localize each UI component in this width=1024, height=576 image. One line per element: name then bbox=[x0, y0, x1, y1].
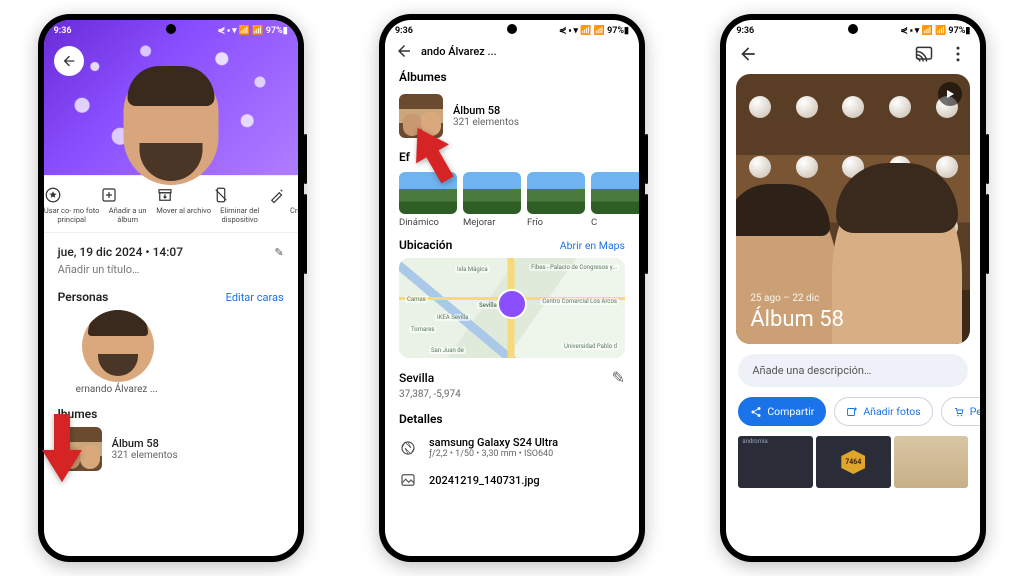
album-row[interactable]: Álbum 58 321 elementos bbox=[58, 427, 284, 471]
map-pin-icon bbox=[497, 289, 527, 319]
effect-improve[interactable]: Mejorar bbox=[463, 172, 521, 228]
album-title: Álbum 58 bbox=[750, 307, 844, 332]
person-avatar[interactable] bbox=[82, 310, 154, 382]
action-move-to-archive[interactable]: Mover al archivo bbox=[156, 186, 212, 224]
back-button[interactable] bbox=[54, 46, 84, 76]
star-circle-icon bbox=[44, 186, 62, 204]
effect-more[interactable]: C bbox=[591, 172, 639, 228]
grid-photo[interactable]: 7464 bbox=[816, 436, 891, 488]
magic-icon bbox=[268, 186, 286, 204]
albums-heading: Álbumes bbox=[385, 66, 639, 88]
photo-hero[interactable] bbox=[44, 20, 298, 175]
phone-3: 9:36 ⋞ ⬝ ▾ 📶 📶 97%▮ 25 ago – 22 dic Álbu… bbox=[720, 14, 986, 562]
phone-2: 9:36 ⋞ ⬝ ▾ 📶 📶 97%▮ ando Álvarez ... Álb… bbox=[379, 14, 645, 562]
back-button[interactable] bbox=[395, 42, 413, 60]
edit-date-icon[interactable]: ✎ bbox=[274, 246, 283, 259]
breadcrumb[interactable]: ando Álvarez ... bbox=[421, 45, 497, 58]
album-count: 321 elementos bbox=[453, 117, 519, 128]
grid-photo[interactable] bbox=[894, 436, 969, 488]
details-heading: Detalles bbox=[385, 408, 639, 430]
chip-label: Compartir bbox=[767, 405, 814, 418]
device-name: samsung Galaxy S24 Ultra bbox=[429, 436, 558, 449]
status-time: 9:36 bbox=[395, 26, 413, 36]
cast-icon[interactable] bbox=[914, 44, 934, 64]
map-label: Camas bbox=[405, 296, 428, 303]
map-thumbnail[interactable]: Isla Mágica Camas Sevilla Tomares IKEA S… bbox=[399, 258, 625, 358]
open-in-maps-link[interactable]: Abrir en Maps bbox=[560, 239, 625, 252]
edit-location-icon[interactable]: ✎ bbox=[612, 368, 625, 387]
add-photo-icon bbox=[846, 406, 858, 418]
action-label: Mover al archivo bbox=[156, 207, 212, 216]
album-date-range: 25 ago – 22 dic bbox=[750, 293, 819, 304]
cart-icon bbox=[953, 406, 965, 418]
action-label: Usar co- mo foto principal bbox=[44, 207, 100, 224]
share-button[interactable]: Compartir bbox=[738, 397, 826, 426]
album-name: Álbum 58 bbox=[112, 437, 178, 450]
plus-square-icon bbox=[100, 186, 118, 204]
people-heading: Personas bbox=[58, 290, 109, 304]
status-icons: ⋞ ⬝ ▾ 📶 📶 97%▮ bbox=[900, 26, 970, 36]
album-cover[interactable]: 25 ago – 22 dic Álbum 58 bbox=[736, 74, 970, 344]
map-label: Universidad Pablo d bbox=[562, 343, 619, 350]
effect-label: C bbox=[591, 217, 639, 228]
status-time: 9:36 bbox=[54, 26, 72, 36]
album-count: 321 elementos bbox=[112, 450, 178, 461]
detail-camera: samsung Galaxy S24 Ultraƒ/2,2 • 1/50 • 3… bbox=[385, 430, 639, 465]
description-input[interactable]: Añade una descripción… bbox=[738, 354, 968, 387]
map-label: Centro Comercial Los Arcos bbox=[540, 298, 619, 305]
map-label: Isla Mágica bbox=[455, 266, 490, 273]
status-icons: ⋞ ⬝ ▾ 📶 📶 97%▮ bbox=[218, 26, 288, 36]
chip-label: Pe bbox=[970, 405, 981, 418]
annotation-arrow bbox=[34, 414, 90, 484]
add-photos-button[interactable]: Añadir fotos bbox=[834, 397, 932, 426]
arrow-left-icon bbox=[395, 42, 413, 60]
album-name: Álbum 58 bbox=[453, 104, 519, 117]
title-input[interactable]: Añadir un título… bbox=[58, 263, 284, 276]
detail-filename: 20241219_140731.jpg bbox=[385, 465, 639, 495]
arrow-left-icon bbox=[61, 53, 77, 69]
arrow-left-icon bbox=[738, 44, 758, 64]
action-delete-from-device[interactable]: Eliminar del dispositivo bbox=[212, 186, 268, 224]
share-icon bbox=[750, 406, 762, 418]
effect-label: Mejorar bbox=[463, 217, 521, 228]
edit-faces-link[interactable]: Editar caras bbox=[226, 291, 284, 304]
effect-label: Frío bbox=[527, 217, 585, 228]
aperture-icon bbox=[399, 439, 419, 457]
phone-1: 9:36 ⋞ ⬝ ▾ 📶 📶 97%▮ Usar co- mo foto pri… bbox=[38, 14, 304, 562]
status-icons: ⋞ ⬝ ▾ 📶 📶 97%▮ bbox=[559, 26, 629, 36]
map-label: Sevilla bbox=[477, 302, 499, 309]
image-icon bbox=[399, 471, 419, 489]
hex-badge: 7464 bbox=[841, 450, 865, 474]
person-name[interactable]: ernando Álvarez ... bbox=[76, 384, 284, 395]
action-add-to-album[interactable]: Añadir a un álbum bbox=[100, 186, 156, 224]
effect-label: Dinámico bbox=[399, 217, 457, 228]
map-label: Fibes - Palacio de Congresos y... bbox=[529, 264, 619, 271]
order-button[interactable]: Pe bbox=[941, 397, 981, 426]
effect-cold[interactable]: Frío bbox=[527, 172, 585, 228]
chip-label: Añadir fotos bbox=[863, 405, 920, 418]
grid-photo[interactable]: andromia bbox=[738, 436, 813, 488]
map-label: San Juan de bbox=[429, 347, 466, 354]
filename: 20241219_140731.jpg bbox=[429, 474, 540, 487]
date-time: jue, 19 dic 2024 • 14:07 bbox=[58, 245, 183, 259]
map-label: IKEA Sevilla bbox=[435, 314, 470, 321]
action-label: Eliminar del dispositivo bbox=[212, 207, 268, 224]
exif-data: ƒ/2,2 • 1/50 • 3,30 mm • ISO640 bbox=[429, 449, 558, 459]
location-coords: 37,387, -5,974 bbox=[385, 389, 639, 408]
back-button[interactable] bbox=[738, 44, 758, 64]
location-heading: Ubicación bbox=[399, 238, 452, 252]
trash-slash-icon bbox=[212, 186, 230, 204]
action-label: Cre bbox=[268, 207, 298, 216]
location-name: Sevilla bbox=[399, 371, 434, 385]
action-set-main-photo[interactable]: Usar co- mo foto principal bbox=[44, 186, 100, 224]
chip-row: Compartir Añadir fotos Pe bbox=[726, 397, 980, 426]
action-label: Añadir a un álbum bbox=[100, 207, 156, 224]
action-create[interactable]: Cre bbox=[268, 186, 298, 224]
overflow-menu-icon[interactable] bbox=[948, 44, 968, 64]
archive-down-icon bbox=[156, 186, 174, 204]
map-label: Tomares bbox=[409, 326, 437, 333]
status-time: 9:36 bbox=[736, 26, 754, 36]
photo-grid: andromia 7464 bbox=[726, 426, 980, 488]
